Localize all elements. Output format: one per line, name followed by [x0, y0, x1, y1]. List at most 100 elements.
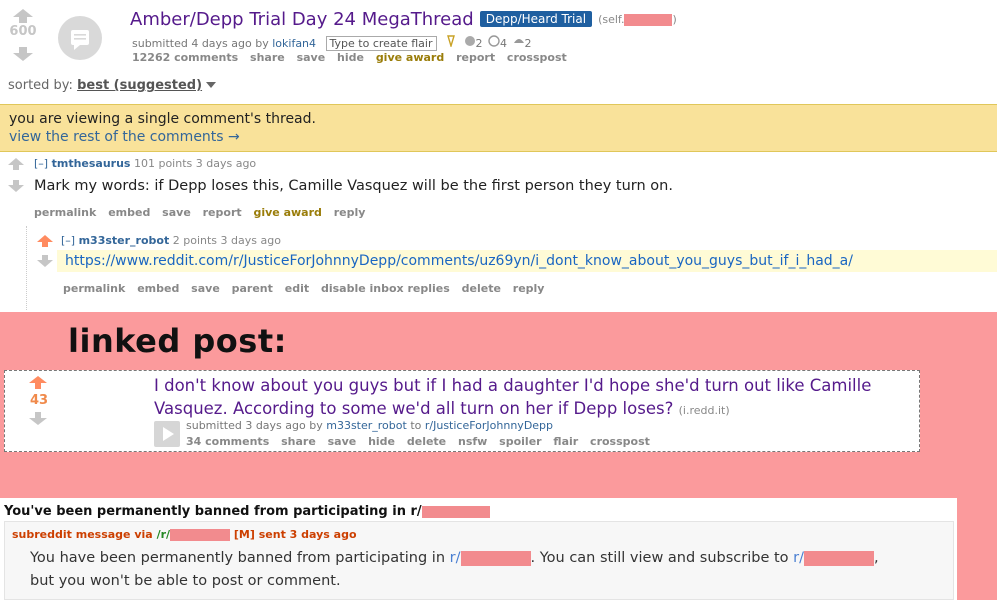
flair-input[interactable]: Type to create flair [325, 36, 437, 51]
redaction-block [460, 550, 531, 566]
comment-action-buttons: permalink embed save parent edit disable… [63, 282, 552, 295]
sort-label: sorted by: [8, 78, 73, 93]
ban-message-subject: You've been permanently banned from part… [4, 504, 490, 519]
share-button[interactable]: share [281, 435, 316, 448]
downvote-arrow-icon[interactable] [13, 47, 33, 61]
subreddit-prefix: r/ [793, 550, 805, 566]
post-flair-badge[interactable]: Depp/Heard Trial [479, 11, 593, 27]
downvote-arrow-icon[interactable] [29, 412, 47, 425]
post-title-row: Amber/Depp Trial Day 24 MegaThread Depp/H… [130, 9, 677, 30]
upvote-arrow-icon[interactable] [37, 235, 53, 247]
subreddit-link[interactable]: r/JusticeForJohnnyDepp [425, 419, 553, 432]
view-rest-link[interactable]: view the rest of the comments → [9, 129, 240, 145]
award-icons: 2 4 2 [446, 35, 532, 50]
chevron-down-icon[interactable] [206, 81, 217, 89]
delete-button[interactable]: delete [462, 282, 501, 295]
give-award-button[interactable]: give award [376, 51, 444, 64]
reply-button[interactable]: reply [513, 282, 545, 295]
post-title-link[interactable]: Amber/Depp Trial Day 24 MegaThread [130, 9, 474, 30]
comment-tagline: [–] m33ster_robot 2 points 3 days ago [61, 234, 281, 247]
report-button[interactable]: report [456, 51, 495, 64]
collapse-toggle[interactable]: [–] [34, 157, 48, 170]
ban-text-c: . You can still view and subscribe to [530, 550, 789, 566]
moderator-badge: [M] [233, 528, 255, 541]
sort-selector[interactable]: sorted by: best (suggested) [8, 78, 217, 93]
subreddit-link[interactable]: /r/ [156, 528, 231, 541]
comment-author-link[interactable]: m33ster_robot [79, 234, 170, 247]
ban-text-e: , [874, 550, 879, 566]
self-post-thumbnail-icon[interactable] [58, 16, 102, 60]
domain-suffix: ) [672, 13, 677, 26]
award-3-count: 4 [500, 37, 507, 50]
permalink-button[interactable]: permalink [63, 282, 125, 295]
sent-time: sent 3 days ago [258, 528, 357, 541]
linked-post-author-link[interactable]: m33ster_robot [326, 419, 407, 432]
sort-value[interactable]: best (suggested) [77, 78, 202, 93]
award-1-icon [447, 35, 455, 49]
flair-button[interactable]: flair [553, 435, 578, 448]
redaction-block [170, 529, 231, 541]
linked-post-title-link[interactable]: I don't know about you guys but if I had… [154, 376, 871, 418]
collapse-toggle[interactable]: [–] [61, 234, 75, 247]
permalink-button[interactable]: permalink [34, 206, 96, 219]
ban-message-line-2: but you won't be able to post or comment… [30, 573, 341, 589]
hide-button[interactable]: hide [337, 51, 364, 64]
embed-button[interactable]: embed [108, 206, 150, 219]
delete-button[interactable]: delete [407, 435, 446, 448]
comment-link[interactable]: https://www.reddit.com/r/JusticeForJohnn… [57, 250, 997, 272]
post-domain[interactable]: (self.) [598, 13, 677, 26]
crosspost-button[interactable]: crosspost [590, 435, 650, 448]
comment-meta: 101 points 3 days ago [133, 157, 257, 170]
reply-button[interactable]: reply [334, 206, 366, 219]
linked-post-domain[interactable]: (i.redd.it) [679, 404, 730, 417]
post-action-buttons: 12262 comments share save hide give awar… [132, 51, 575, 64]
give-award-button[interactable]: give award [253, 206, 321, 219]
parent-button[interactable]: parent [232, 282, 273, 295]
subreddit-prefix: /r/ [156, 528, 171, 541]
disable-inbox-replies-button[interactable]: disable inbox replies [321, 282, 450, 295]
award-2-icon [464, 36, 475, 46]
upvote-arrow-icon[interactable] [13, 9, 33, 23]
save-button[interactable]: save [191, 282, 220, 295]
comments-button[interactable]: 34 comments [186, 435, 269, 448]
save-button[interactable]: save [297, 51, 326, 64]
award-2-count: 2 [475, 37, 483, 50]
redaction-block [421, 505, 490, 518]
domain-prefix: (self. [598, 13, 625, 26]
post-tagline: submitted 4 days ago by lokifan4 Type to… [132, 35, 532, 51]
subreddit-link[interactable]: r/ [793, 550, 875, 566]
crosspost-button[interactable]: crosspost [507, 51, 567, 64]
play-thumbnail-icon[interactable] [154, 421, 180, 447]
comment-body: Mark my words: if Depp loses this, Camil… [34, 178, 673, 194]
upvote-arrow-icon[interactable] [8, 158, 24, 170]
spoiler-button[interactable]: spoiler [499, 435, 541, 448]
redaction-block [804, 550, 875, 566]
edit-button[interactable]: edit [285, 282, 309, 295]
save-button[interactable]: save [328, 435, 357, 448]
comment-action-buttons: permalink embed save report give award r… [34, 206, 373, 219]
hide-button[interactable]: hide [368, 435, 395, 448]
redaction-block [624, 14, 673, 26]
save-button[interactable]: save [162, 206, 191, 219]
nsfw-button[interactable]: nsfw [458, 435, 487, 448]
ban-message-meta: subreddit message via /r/ [M] sent 3 day… [12, 528, 357, 541]
downvote-arrow-icon[interactable] [37, 255, 53, 267]
award-4-count: 2 [524, 37, 532, 50]
tagline-prefix: submitted 3 days ago by [186, 419, 323, 432]
subreddit-prefix: r/ [449, 550, 461, 566]
embed-button[interactable]: embed [137, 282, 179, 295]
subreddit-link[interactable]: r/ [450, 550, 531, 566]
meta-prefix: subreddit message via [12, 528, 153, 541]
single-thread-banner: you are viewing a single comment's threa… [0, 104, 997, 152]
upvote-arrow-icon[interactable] [29, 376, 47, 389]
banner-message: you are viewing a single comment's threa… [9, 111, 316, 127]
share-button[interactable]: share [250, 51, 285, 64]
comments-button[interactable]: 12262 comments [132, 51, 238, 64]
linked-post-title: I don't know about you guys but if I had… [154, 374, 894, 422]
downvote-arrow-icon[interactable] [8, 180, 24, 192]
post-author-link[interactable]: lokifan4 [272, 37, 316, 50]
comment-author-link[interactable]: tmthesaurus [52, 157, 131, 170]
report-button[interactable]: report [203, 206, 242, 219]
linked-post-action-buttons: 34 comments share save hide delete nsfw … [186, 435, 658, 448]
award-3-icon [488, 35, 500, 47]
